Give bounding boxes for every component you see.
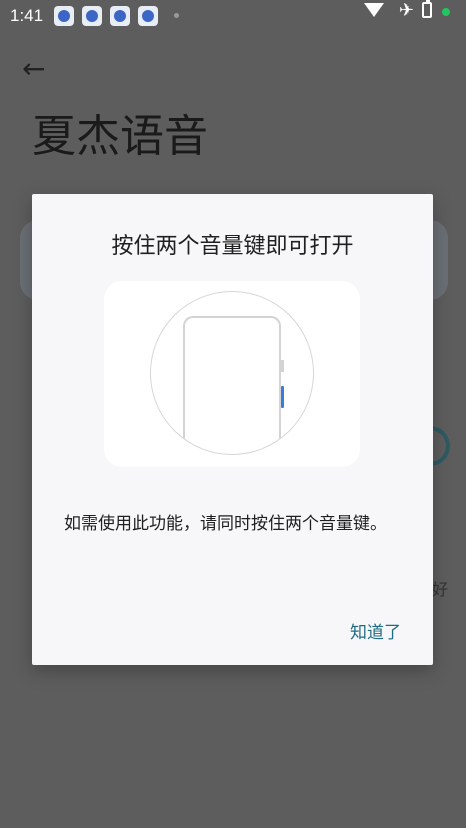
phone-volume-keys-illustration bbox=[104, 281, 360, 467]
baidu-app-icon bbox=[138, 6, 158, 26]
baidu-app-icon bbox=[110, 6, 130, 26]
status-bar: 1:41 ✈ bbox=[0, 0, 466, 32]
more-notifications-dot bbox=[174, 13, 179, 18]
baidu-app-icon bbox=[54, 6, 74, 26]
background-partial-text: 好 bbox=[432, 580, 449, 599]
illustration-circle bbox=[150, 291, 314, 455]
page-title: 夏杰语音 bbox=[32, 111, 208, 162]
phone-outline-icon bbox=[183, 316, 281, 454]
baidu-app-icon bbox=[82, 6, 102, 26]
arrow-left-icon[interactable]: ← bbox=[22, 52, 45, 85]
airplane-mode-icon: ✈ bbox=[398, 0, 414, 21]
volume-keys-highlight-icon bbox=[281, 386, 284, 408]
dialog-title: 按住两个音量键即可打开 bbox=[111, 234, 354, 259]
wifi-icon bbox=[364, 3, 384, 17]
status-time: 1:41 bbox=[10, 6, 44, 25]
got-it-button[interactable]: 知道了 bbox=[350, 618, 401, 643]
power-key-icon bbox=[281, 360, 284, 372]
battery-charging-icon bbox=[422, 0, 432, 18]
shortcut-dialog: 按住两个音量键即可打开 如需使用此功能，请同时按住两个音量键。 知道了 bbox=[32, 194, 433, 665]
dialog-body: 如需使用此功能，请同时按住两个音量键。 bbox=[64, 514, 387, 534]
privacy-indicator-dot bbox=[442, 8, 450, 16]
